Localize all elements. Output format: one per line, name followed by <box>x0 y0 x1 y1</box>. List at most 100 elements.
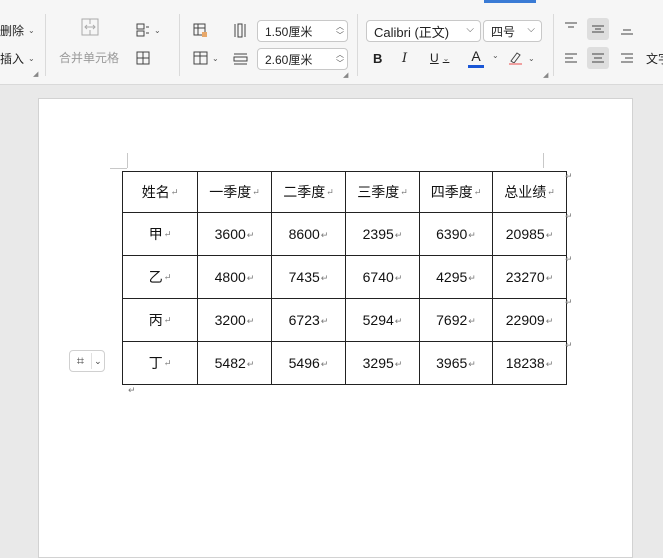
align-right-icon <box>621 53 633 63</box>
bold-button[interactable]: B <box>373 51 382 66</box>
paragraph-mark-icon: ↵ <box>163 359 172 369</box>
font-color-button[interactable]: A <box>468 48 484 68</box>
table-cell[interactable]: 20985↵ <box>492 212 567 256</box>
paragraph-mark-icon: ↵ <box>163 230 172 240</box>
align-top-center-button[interactable] <box>587 18 609 40</box>
align-bottom-button[interactable] <box>620 23 634 35</box>
table-cell[interactable]: 4295↵ <box>419 255 493 299</box>
paragraph-mark-icon: ↵ <box>252 188 260 198</box>
column-width-input[interactable]: 1.50厘米 ︿ ﹀ <box>257 20 348 42</box>
header-cell[interactable]: 二季度↵ <box>271 171 346 213</box>
chevron-down-icon: ⌄ <box>442 53 450 63</box>
font-color-dropdown[interactable]: ⌄ <box>488 51 499 60</box>
table-cell[interactable]: 7692↵ <box>419 298 493 342</box>
height-stepper-icon[interactable]: ︿ ﹀ <box>336 50 344 68</box>
align-middle-left-button[interactable] <box>564 52 578 64</box>
width-stepper-icon[interactable]: ︿ ﹀ <box>336 22 344 40</box>
delete-button[interactable]: 删除 ⌄ <box>0 22 35 39</box>
table-cell[interactable]: 4800↵ <box>197 255 272 299</box>
split-cells-icon <box>136 23 149 37</box>
font-name-value: Calibri (正文) <box>374 24 450 40</box>
delete-label: 删除 <box>0 24 25 38</box>
group-expand-icon[interactable]: ◢ <box>543 71 548 79</box>
margin-corner-left-h <box>110 168 127 169</box>
paragraph-mark-icon: ↵ <box>468 315 476 326</box>
font-name-select[interactable]: Calibri (正文) ⌵ <box>366 20 481 42</box>
table-cell[interactable]: 3965↵ <box>419 341 493 385</box>
paragraph-mark-icon: ↵ <box>170 188 179 198</box>
align-left-icon <box>565 53 577 63</box>
align-right-button[interactable] <box>620 52 634 64</box>
table-cell[interactable]: 3600↵ <box>197 212 272 256</box>
table-row: 丁↵ 5482↵ 5496↵ 3295↵ 3965↵ 18238↵ <box>122 341 567 385</box>
table-cell[interactable]: 23270↵ <box>492 255 567 299</box>
paragraph-mark-icon: ↵ <box>320 272 329 283</box>
paragraph-mark-icon: ↵ <box>128 385 136 395</box>
table-cell[interactable]: 丁↵ <box>122 341 198 385</box>
paragraph-mark-icon: ↵ <box>394 229 403 240</box>
table-cell[interactable]: 甲↵ <box>122 212 198 256</box>
table-cell[interactable]: 丙↵ <box>122 298 198 342</box>
paragraph-mark-icon: ↵ <box>326 188 334 198</box>
borders-icon <box>193 51 208 65</box>
italic-button[interactable]: I <box>402 51 407 66</box>
insert-button[interactable]: 插入 ⌄ <box>0 50 35 67</box>
row-end-mark-icon: ↵ <box>565 254 573 264</box>
paragraph-mark-icon: ↵ <box>468 358 476 369</box>
table-cell[interactable]: 18238↵ <box>492 341 567 385</box>
chevron-down-icon: ⌄ <box>528 53 535 63</box>
align-top-icon <box>565 22 577 28</box>
highlighter-icon <box>509 52 522 65</box>
table-cell[interactable]: 2395↵ <box>345 212 420 256</box>
table-select-handle[interactable]: ⌗ ⌄ <box>69 350 105 372</box>
header-cell[interactable]: 一季度↵ <box>197 171 272 213</box>
table-select-icon: ⌗ <box>70 353 92 369</box>
split-table-button[interactable] <box>136 51 150 65</box>
cell-style-button[interactable] <box>193 23 208 38</box>
underline-button[interactable]: U ⌄ <box>430 51 449 65</box>
align-top-left-button[interactable] <box>564 21 578 33</box>
merge-cells-button[interactable]: 合并单元格 <box>59 49 119 66</box>
text-direction-button[interactable]: 文字 <box>646 50 663 67</box>
sales-table[interactable]: 姓名↵ 一季度↵ 二季度↵ 三季度↵ 四季度↵ 总业绩↵ 甲↵ 3600↵ 86… <box>122 171 567 385</box>
borders-button[interactable]: ⌄ <box>193 51 219 65</box>
paragraph-mark-icon: ↵ <box>547 188 555 198</box>
table-cell[interactable]: 7435↵ <box>271 255 346 299</box>
table-cell[interactable]: 22909↵ <box>492 298 567 342</box>
chevron-down-icon: ⌵ <box>466 24 474 35</box>
header-cell[interactable]: 姓名↵ <box>122 171 198 213</box>
header-cell[interactable]: 三季度↵ <box>345 171 420 213</box>
paragraph-mark-icon: ↵ <box>468 229 476 240</box>
table-cell[interactable]: 乙↵ <box>122 255 198 299</box>
paragraph-mark-icon: ↵ <box>545 272 554 283</box>
table-row: 丙↵ 3200↵ 6723↵ 5294↵ 7692↵ 22909↵ <box>122 298 567 342</box>
group-expand-icon[interactable]: ◢ <box>343 71 348 79</box>
table-cell[interactable]: 6723↵ <box>271 298 346 342</box>
paragraph-mark-icon: ↵ <box>468 272 476 283</box>
highlight-button[interactable]: ⌄ <box>508 50 535 66</box>
header-cell[interactable]: 总业绩↵ <box>492 171 567 213</box>
table-cell[interactable]: 3200↵ <box>197 298 272 342</box>
table-header-row: 姓名↵ 一季度↵ 二季度↵ 三季度↵ 四季度↵ 总业绩↵ <box>122 171 567 213</box>
italic-icon: I <box>402 51 408 66</box>
paragraph-mark-icon: ↵ <box>246 272 255 283</box>
table-cell[interactable]: 5294↵ <box>345 298 420 342</box>
split-cells-button[interactable]: ⌄ <box>136 23 161 37</box>
paragraph-mark-icon: ↵ <box>246 358 255 369</box>
header-cell[interactable]: 四季度↵ <box>419 171 493 213</box>
table-cell[interactable]: 6390↵ <box>419 212 493 256</box>
font-size-select[interactable]: 四号 ⌵ <box>483 20 542 42</box>
table-cell[interactable]: 5482↵ <box>197 341 272 385</box>
align-center-icon <box>592 53 604 63</box>
table-cell[interactable]: 3295↵ <box>345 341 420 385</box>
ribbon-toolbar: 删除 ⌄ 插入 ⌄ ◢ 合并单元格 ⌄ ⌄ 1.50厘米 ︿ ﹀ 2.60厘米 ︿ ﹀ … <box>0 0 663 85</box>
row-height-input[interactable]: 2.60厘米 ︿ ﹀ <box>257 48 348 70</box>
table-cell[interactable]: 8600↵ <box>271 212 346 256</box>
group-expand-icon[interactable]: ◢ <box>33 70 38 78</box>
paragraph-mark-icon: ↵ <box>400 188 408 198</box>
paragraph-mark-icon: ↵ <box>320 315 329 326</box>
table-cell[interactable]: 5496↵ <box>271 341 346 385</box>
row-end-mark-icon: ↵ <box>565 211 573 221</box>
align-center-button[interactable] <box>587 47 609 69</box>
table-cell[interactable]: 6740↵ <box>345 255 420 299</box>
